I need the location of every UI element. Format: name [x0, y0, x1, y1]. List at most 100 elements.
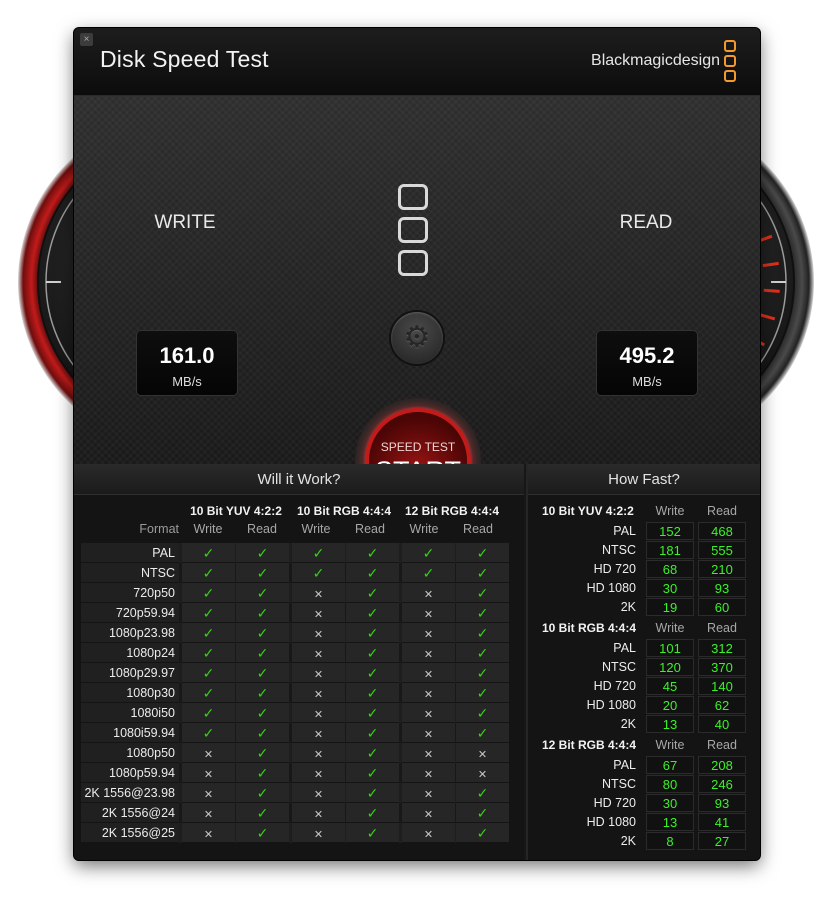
checkmark-icon: ✓	[346, 543, 399, 563]
cross-icon: ✕	[456, 743, 509, 763]
brand-name: Blackmagicdesign	[591, 52, 720, 69]
checkmark-icon: ✓	[236, 703, 289, 723]
speed-format-label: PAL	[613, 524, 636, 538]
format-label: 1080p50	[81, 743, 179, 763]
speed-format-label: 2K	[620, 834, 636, 848]
checkmark-icon: ✓	[456, 803, 509, 823]
checkmark-icon: ✓	[236, 583, 289, 603]
checkmark-icon: ✓	[182, 603, 235, 623]
cross-icon: ✕	[292, 723, 345, 743]
write-fps-value: 13	[646, 715, 694, 733]
cross-icon: ✕	[402, 743, 455, 763]
speed-row: HD 1080 30 93	[528, 579, 760, 598]
table-row: 1080i50 ✓ ✓ ✕ ✓ ✕ ✓	[81, 703, 509, 723]
format-label: NTSC	[81, 563, 179, 583]
checkmark-icon: ✓	[346, 723, 399, 743]
speed-row: HD 720 45 140	[528, 677, 760, 696]
write-fps-value: 30	[646, 579, 694, 597]
read-speed-unit: MB/s	[632, 374, 662, 389]
format-label: 720p59.94	[81, 603, 179, 623]
table-row: 2K 1556@25 ✕ ✓ ✕ ✓ ✕ ✓	[81, 823, 509, 843]
cross-icon: ✕	[402, 683, 455, 703]
results-area: Will it Work? 10 Bit YUV 4:2:2 Write Read 1…	[74, 464, 760, 860]
write-gauge-label: WRITE	[154, 212, 216, 233]
read-fps-value: 27	[698, 832, 746, 850]
speed-row: 2K 13 40	[528, 715, 760, 734]
checkmark-icon: ✓	[456, 583, 509, 603]
write-fps-value: 8	[646, 832, 694, 850]
checkmark-icon: ✓	[456, 683, 509, 703]
speed-row: HD 1080 20 62	[528, 696, 760, 715]
checkmark-icon: ✓	[236, 783, 289, 803]
cross-icon: ✕	[292, 803, 345, 823]
read-fps-value: 140	[698, 677, 746, 695]
how-fast-title: How Fast?	[528, 464, 760, 495]
speed-row: HD 1080 13 41	[528, 813, 760, 832]
speed-row: 2K 8 27	[528, 832, 760, 851]
speed-format-label: HD 1080	[586, 815, 636, 829]
table-row: 1080p59.94 ✕ ✓ ✕ ✓ ✕ ✕	[81, 763, 509, 783]
speed-row: NTSC 181 555	[528, 541, 760, 560]
speed-format-label: NTSC	[601, 777, 636, 791]
checkmark-icon: ✓	[456, 783, 509, 803]
speed-format-label: HD 720	[593, 796, 636, 810]
format-column-header: Format	[139, 522, 179, 536]
speed-format-label: HD 720	[593, 679, 636, 693]
speed-row: 2K 19 60	[528, 598, 760, 617]
write-fps-value: 152	[646, 522, 694, 540]
speed-col-read: Read	[707, 621, 737, 635]
checkmark-icon: ✓	[182, 623, 235, 643]
checkmark-icon: ✓	[236, 823, 289, 843]
format-label: 1080i50	[81, 703, 179, 723]
write-fps-value: 120	[646, 658, 694, 676]
write-fps-value: 45	[646, 677, 694, 695]
table-row: 720p59.94 ✓ ✓ ✕ ✓ ✕ ✓	[81, 603, 509, 623]
work-col-read: Read	[355, 522, 385, 536]
checkmark-icon: ✓	[456, 603, 509, 623]
cross-icon: ✕	[292, 603, 345, 623]
cross-icon: ✕	[292, 703, 345, 723]
checkmark-icon: ✓	[182, 683, 235, 703]
speed-row: NTSC 80 246	[528, 775, 760, 794]
checkmark-icon: ✓	[292, 543, 345, 563]
cross-icon: ✕	[402, 823, 455, 843]
speed-row: PAL 67 208	[528, 756, 760, 775]
speed-format-label: 2K	[620, 717, 636, 731]
cross-icon: ✕	[402, 803, 455, 823]
format-label: 2K 1556@25	[81, 823, 179, 843]
checkmark-icon: ✓	[182, 563, 235, 583]
close-button[interactable]: ×	[80, 33, 93, 46]
write-speed-readout: 161.0 MB/s	[136, 330, 238, 396]
format-label: 720p50	[81, 583, 179, 603]
settings-button[interactable]: ⚙	[391, 312, 443, 364]
format-label: 2K 1556@23.98	[81, 783, 179, 803]
checkmark-icon: ✓	[346, 623, 399, 643]
table-row: 2K 1556@23.98 ✕ ✓ ✕ ✓ ✕ ✓	[81, 783, 509, 803]
read-fps-value: 60	[698, 598, 746, 616]
read-fps-value: 93	[698, 579, 746, 597]
read-fps-value: 468	[698, 522, 746, 540]
speed-col-write: Write	[655, 738, 685, 752]
checkmark-icon: ✓	[182, 643, 235, 663]
table-row: 1080p30 ✓ ✓ ✕ ✓ ✕ ✓	[81, 683, 509, 703]
checkmark-icon: ✓	[346, 743, 399, 763]
speed-row: HD 720 30 93	[528, 794, 760, 813]
cross-icon: ✕	[292, 663, 345, 683]
work-group-title: 10 Bit RGB 4:4:4	[296, 504, 392, 518]
read-speed-readout: 495.2 MB/s	[596, 330, 698, 396]
checkmark-icon: ✓	[346, 603, 399, 623]
speed-row: PAL 152 468	[528, 522, 760, 541]
checkmark-icon: ✓	[402, 563, 455, 583]
cross-icon: ✕	[292, 683, 345, 703]
work-col-read: Read	[247, 522, 277, 536]
checkmark-icon: ✓	[456, 643, 509, 663]
cross-icon: ✕	[402, 603, 455, 623]
start-button-subtitle: SPEED TEST	[380, 440, 456, 454]
table-row: 1080p24 ✓ ✓ ✕ ✓ ✕ ✓	[81, 643, 509, 663]
checkmark-icon: ✓	[456, 703, 509, 723]
read-speed-value: 495.2	[619, 343, 675, 368]
read-gauge-label: READ	[619, 212, 673, 233]
checkmark-icon: ✓	[346, 663, 399, 683]
checkmark-icon: ✓	[346, 823, 399, 843]
will-it-work-title: Will it Work?	[74, 464, 524, 495]
